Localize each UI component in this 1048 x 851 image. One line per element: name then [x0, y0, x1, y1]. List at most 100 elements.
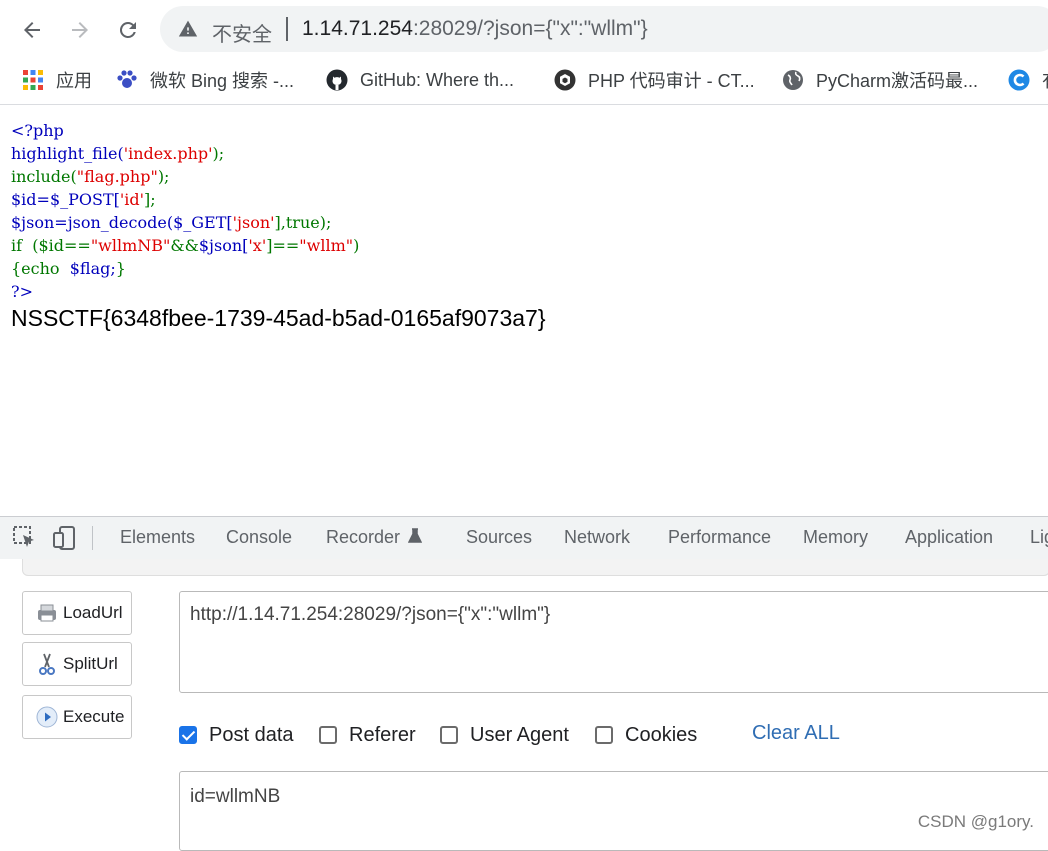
code-line: ?>: [11, 282, 33, 301]
code-token: ];: [144, 190, 156, 209]
tab-network[interactable]: Network: [564, 527, 630, 548]
code-keyword: include(: [11, 167, 77, 186]
code-token: &&: [170, 236, 199, 255]
code-line: <?php: [11, 121, 64, 140]
split-url-label: SplitUrl: [63, 654, 118, 673]
bookmark-php-audit[interactable]: PHP 代码审计 - CT...: [554, 66, 755, 94]
url-textarea-value: http://1.14.71.254:28029/?json={"x":"wll…: [190, 604, 551, 625]
code-string: "wllmNB": [90, 236, 171, 255]
tab-memory[interactable]: Memory: [803, 527, 868, 548]
execute-button[interactable]: Execute: [22, 695, 132, 739]
flask-icon: [407, 528, 423, 543]
reload-button[interactable]: [110, 12, 146, 48]
code-token: );: [157, 167, 170, 186]
code-token: highlight_file(: [11, 144, 124, 163]
arrow-left-icon: [24, 22, 40, 38]
referer-checkbox[interactable]: [319, 726, 337, 744]
hackbar-panel: LoadUrl SplitUrl Execute http://1.14.71.…: [0, 559, 1048, 851]
bookmark-label: GitHub: Where th...: [360, 69, 515, 90]
omnibox-divider: [286, 17, 288, 41]
clear-all-link[interactable]: Clear ALL: [752, 722, 840, 745]
apps-grid-icon: [23, 70, 43, 90]
address-bar[interactable]: 不安全 1.14.71.254:28029/?json={"x":"wllm"}: [160, 6, 1048, 52]
post-data-textarea[interactable]: id=wllmNB: [179, 771, 1048, 851]
warning-icon: [178, 20, 198, 37]
bookmark-csdn[interactable]: 有: [1008, 66, 1048, 94]
cookies-checkbox[interactable]: [595, 726, 613, 744]
split-url-button[interactable]: SplitUrl: [22, 642, 132, 686]
code-token: ]==: [266, 236, 300, 255]
code-token: ],true);: [274, 213, 332, 232]
url-textarea[interactable]: http://1.14.71.254:28029/?json={"x":"wll…: [179, 591, 1048, 693]
inspect-element-icon[interactable]: [12, 525, 38, 551]
bookmark-label: 微软 Bing 搜索 -...: [150, 71, 295, 91]
user-agent-label: User Agent: [470, 723, 569, 746]
play-icon: [36, 706, 58, 728]
url-host: 1.14.71.254: [302, 17, 413, 40]
reload-icon: [119, 21, 136, 38]
tab-sources[interactable]: Sources: [466, 527, 532, 548]
arrow-right-icon: [72, 22, 88, 38]
url-path: :28029/?json={"x":"wllm"}: [412, 17, 648, 40]
code-keyword: if ($id==: [11, 236, 91, 255]
referer-option[interactable]: Referer: [319, 722, 416, 748]
scissors-icon: [39, 653, 55, 675]
code-token: ): [353, 236, 360, 255]
post-data-option[interactable]: Post data: [179, 722, 294, 748]
forward-button[interactable]: [62, 12, 98, 48]
flag-output: NSSCTF{6348fbee-1739-45ad-b5ad-0165af907…: [11, 305, 546, 331]
globe-icon: [783, 70, 803, 90]
code-token: $id=$_POST[: [11, 190, 120, 209]
code-string: 'index.php': [123, 144, 213, 163]
code-string: "flag.php": [76, 167, 158, 186]
tab-console[interactable]: Console: [226, 527, 292, 548]
device-toolbar-icon[interactable]: [52, 525, 78, 551]
code-string: 'json': [232, 213, 275, 232]
bookmark-label: PHP 代码审计 - CT...: [588, 71, 755, 91]
referer-label: Referer: [349, 723, 416, 746]
bookmark-github[interactable]: GitHub: Where th...: [326, 66, 514, 94]
devtools-divider: [92, 526, 93, 550]
browser-toolbar: 不安全 1.14.71.254:28029/?json={"x":"wllm"}: [0, 0, 1048, 58]
execute-label: Execute: [63, 707, 125, 726]
code-token: }: [115, 259, 126, 278]
tab-application[interactable]: Application: [905, 527, 993, 548]
watermark: CSDN @g1ory.: [917, 812, 1034, 831]
bookmark-bing[interactable]: 微软 Bing 搜索 -...: [116, 66, 294, 94]
bookmark-apps[interactable]: 应用: [22, 66, 92, 94]
back-button[interactable]: [14, 12, 50, 48]
user-agent-option[interactable]: User Agent: [440, 722, 569, 748]
load-url-label: LoadUrl: [63, 603, 123, 622]
post-data-checkbox[interactable]: [179, 726, 197, 744]
code-string: "wllm": [299, 236, 354, 255]
code-string: 'x': [248, 236, 267, 255]
code-token: $json[: [198, 236, 249, 255]
tab-recorder-label: Recorder: [326, 527, 401, 547]
bookmark-pycharm[interactable]: PyCharm激活码最...: [782, 66, 978, 94]
load-url-icon: [38, 604, 56, 622]
php-audit-icon: [554, 69, 576, 91]
c-logo-icon: [1008, 69, 1030, 91]
bookmark-label: 应用: [56, 71, 92, 91]
url-text[interactable]: 1.14.71.254:28029/?json={"x":"wllm"}: [302, 17, 648, 41]
tab-elements[interactable]: Elements: [120, 527, 195, 548]
code-string: 'id': [119, 190, 145, 209]
post-data-label: Post data: [209, 723, 294, 746]
insecure-label: 不安全: [212, 24, 272, 46]
code-token: );: [212, 144, 225, 163]
post-data-value: id=wllmNB: [190, 786, 281, 807]
tab-performance[interactable]: Performance: [668, 527, 771, 548]
php-source-code: <?php highlight_file('index.php'); inclu…: [11, 119, 359, 303]
user-agent-checkbox[interactable]: [440, 726, 458, 744]
github-icon: [326, 69, 348, 91]
cookies-option[interactable]: Cookies: [595, 722, 697, 748]
bookmark-label: PyCharm激活码最...: [816, 71, 979, 91]
tab-lighthouse[interactable]: Lig: [1030, 527, 1048, 548]
code-token: $json=json_decode($_GET[: [11, 213, 233, 232]
code-token: $flag;: [69, 259, 116, 278]
hackbar-top-strip: [22, 559, 1048, 576]
bing-paw-icon: [117, 70, 137, 88]
load-url-button[interactable]: LoadUrl: [22, 591, 132, 635]
tab-recorder[interactable]: Recorder: [326, 527, 423, 548]
bookmarks-bar: 应用 微软 Bing 搜索 -... GitHub: Where th... P…: [0, 58, 1048, 105]
